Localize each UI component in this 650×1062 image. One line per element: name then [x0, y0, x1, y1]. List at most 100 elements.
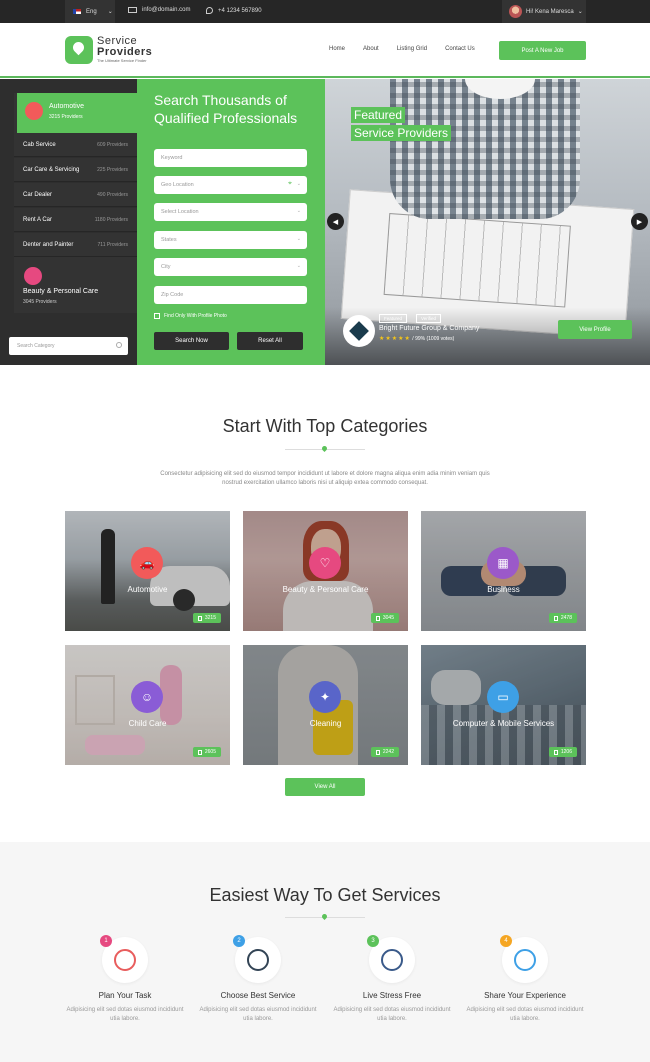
sidebar-item-denter[interactable]: Denter and Painter 711 Providers	[14, 233, 137, 257]
sidebar-item-cab-service[interactable]: Cab Service 609 Providers	[14, 133, 137, 157]
categories-description: Consectetur adipisicing elit sed do eius…	[160, 471, 490, 486]
step-title: Choose Best Service	[220, 991, 296, 1000]
nav-listing-grid[interactable]: Listing Grid	[397, 46, 427, 52]
sidebar-item-car-dealer[interactable]: Car Dealer 490 Providers	[14, 183, 137, 207]
logo[interactable]: Service Providers The Ultimate Service F…	[65, 36, 152, 64]
city-select[interactable]: City ⌄	[154, 258, 307, 276]
nav-about[interactable]: About	[363, 46, 379, 52]
heart-icon	[24, 267, 42, 285]
post-job-button[interactable]: Post A New Job	[499, 41, 586, 60]
sidebar-item-label: Denter and Painter	[23, 241, 74, 248]
nav-contact-us[interactable]: Contact Us	[445, 46, 475, 52]
flag-icon	[73, 9, 81, 14]
company-name[interactable]: Bright Future Group & Company	[379, 325, 479, 332]
category-count: 1206	[560, 749, 572, 755]
section-divider	[285, 449, 365, 450]
category-count: 2605	[204, 749, 216, 755]
category-count: 3215	[204, 615, 216, 621]
geo-location-input[interactable]: Geo Location ⌖ ⌄	[154, 176, 307, 194]
step-description: Adipisicing elit sed dotas eiusmod incid…	[199, 1007, 317, 1022]
chevron-down-icon: ⌄	[107, 9, 113, 15]
reset-all-button[interactable]: Reset All	[237, 332, 303, 350]
email-contact[interactable]: info@domain.com	[128, 7, 190, 13]
category-card-computer[interactable]: ▭ Computer & Mobile Services 1206	[421, 645, 586, 765]
category-count-badge: 2478	[548, 613, 577, 623]
logo-tagline: The Ultimate Service Finder	[97, 58, 147, 63]
phone-contact[interactable]: +4 1234 567890	[206, 7, 262, 14]
map-pin-icon	[65, 36, 93, 64]
step-title: Share Your Experience	[484, 991, 566, 1000]
worker-image-pattern	[390, 79, 580, 219]
step-live-stress-free: 3 Live Stress Free Adipisicing elit sed …	[332, 935, 452, 1024]
star-rating-icon: ★★★★★	[379, 336, 411, 342]
featured-badge: Featured	[379, 314, 408, 323]
step-description: Adipisicing elit sed dotas eiusmod incid…	[466, 1007, 584, 1022]
sidebar-item-rent-a-car[interactable]: Rent A Car 1180 Providers	[14, 208, 137, 232]
car-icon: 🚗	[131, 547, 163, 579]
section-divider	[285, 917, 365, 918]
category-count-badge: 3045	[370, 613, 399, 623]
step-plan-task: 1 Plan Your Task Adipisicing elit sed do…	[65, 935, 185, 1024]
chevron-down-icon: ⌄	[296, 208, 301, 214]
step-number: 2	[233, 935, 245, 947]
category-card-title: Computer & Mobile Services	[452, 719, 555, 728]
crosshair-icon[interactable]: ⌖	[288, 180, 292, 188]
laptop-icon: ▭	[487, 681, 519, 713]
car-icon	[25, 102, 43, 120]
states-select[interactable]: States ⌄	[154, 231, 307, 249]
sidebar-item-automotive[interactable]: Automotive 3215 Providers	[14, 93, 137, 133]
company-logo[interactable]	[343, 315, 375, 347]
avatar	[509, 5, 522, 18]
top-bar: Eng ⌄ info@domain.com +4 1234 567890 Hi!…	[0, 0, 650, 23]
sidebar-item-count: 711 Providers	[97, 241, 128, 248]
sidebar-item-count: 225 Providers	[97, 166, 128, 173]
sidebar-item-beauty[interactable]: Beauty & Personal Care 3045 Providers	[14, 257, 137, 313]
chevron-down-icon: ⌄	[296, 236, 301, 242]
keyword-input[interactable]: Keyword	[154, 149, 307, 167]
category-card-beauty[interactable]: ♡ Beauty & Personal Care 3045	[243, 511, 408, 631]
featured-title-line-2: Service Providers	[351, 125, 452, 141]
search-icon	[116, 342, 122, 348]
building-icon: ▦	[487, 547, 519, 579]
user-menu[interactable]: Hi! Kena Maresca ⌄	[502, 0, 586, 23]
category-card-title: Child Care	[128, 719, 167, 728]
location-select[interactable]: Select Location ⌄	[154, 203, 307, 221]
sidebar-item-label: Beauty & Personal Care	[23, 288, 99, 295]
step-number: 3	[367, 935, 379, 947]
category-card-business[interactable]: ▦ Business 2478	[421, 511, 586, 631]
step-share-experience: 4 Share Your Experience Adipisicing elit…	[465, 935, 585, 1024]
search-form: Search Thousands of Qualified Profession…	[137, 79, 325, 365]
field-placeholder: Zip Code	[161, 292, 184, 298]
view-all-button[interactable]: View All	[285, 778, 365, 796]
categories-title: Start With Top Categories	[222, 416, 428, 436]
sidebar-item-car-care[interactable]: Car Care & Servicing 225 Providers	[14, 158, 137, 182]
category-count-badge: 2605	[192, 747, 221, 757]
search-category-input[interactable]: Search Category	[9, 337, 128, 355]
category-card-title: Beauty & Personal Care	[282, 585, 369, 594]
field-placeholder: City	[161, 264, 171, 270]
prev-arrow-icon[interactable]: ◀	[327, 213, 344, 230]
mail-icon	[128, 7, 137, 13]
category-card-cleaning[interactable]: ✦ Cleaning 2242	[243, 645, 408, 765]
language-selector[interactable]: Eng ⌄	[65, 0, 115, 23]
sidebar-item-count: 1180 Providers	[94, 216, 128, 223]
phone-icon	[206, 7, 213, 14]
search-now-button[interactable]: Search Now	[154, 332, 229, 350]
sidebar-item-label: Automotive	[49, 103, 85, 110]
step-title: Plan Your Task	[98, 991, 152, 1000]
view-profile-button[interactable]: View Profile	[558, 320, 632, 339]
category-card-title: Automotive	[127, 585, 168, 594]
category-card-child-care[interactable]: ☺ Child Care 2605	[65, 645, 230, 765]
profile-photo-checkbox[interactable]: Find Only With Profile Photo	[154, 313, 227, 319]
company-rating: ★★★★★ / 99% (1009 votes)	[379, 335, 454, 342]
featured-title: Featured Service Providers	[351, 106, 452, 142]
zip-code-input[interactable]: Zip Code	[154, 286, 307, 304]
support-agent-icon	[247, 949, 269, 971]
category-card-automotive[interactable]: 🚗 Automotive 3215	[65, 511, 230, 631]
user-greeting: Hi! Kena Maresca	[526, 8, 574, 15]
nav-home[interactable]: Home	[329, 46, 345, 52]
next-arrow-icon[interactable]: ▶	[631, 213, 648, 230]
copy-icon	[553, 749, 558, 755]
step-description: Adipisicing elit sed dotas eiusmod incid…	[333, 1007, 451, 1022]
category-count-badge: 2242	[370, 747, 399, 757]
